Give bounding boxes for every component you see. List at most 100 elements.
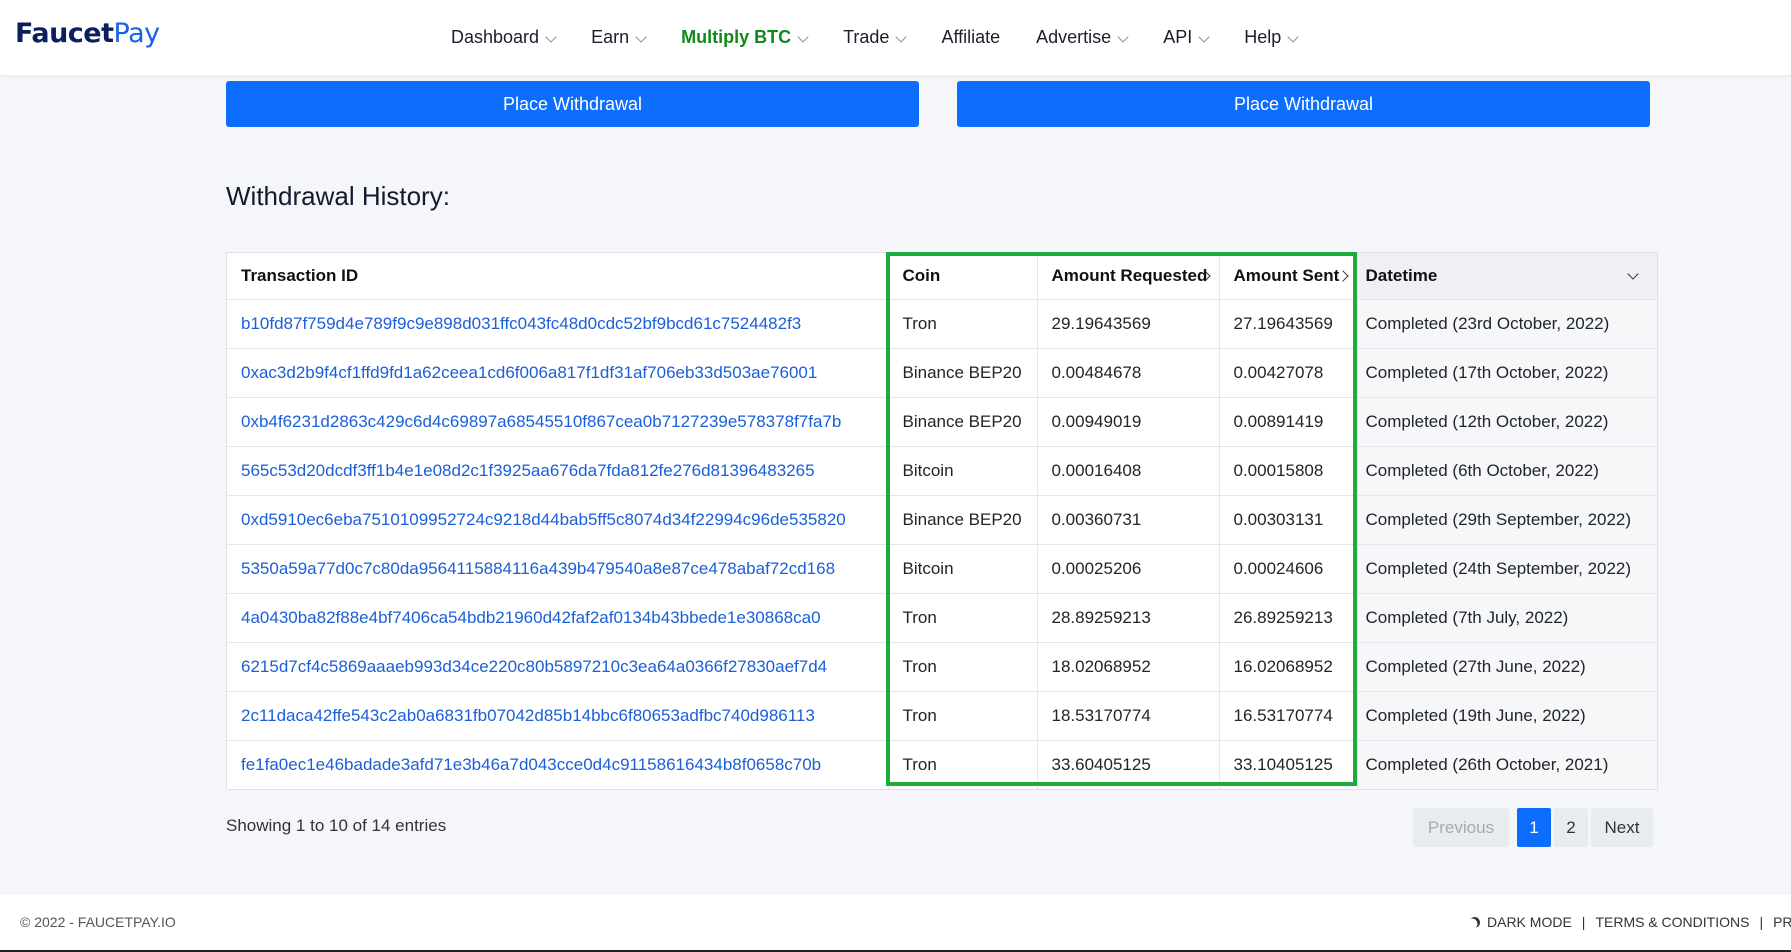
nav-item-multiply-btc[interactable]: Multiply BTC bbox=[681, 27, 809, 48]
amount-sent-cell: 0.00015808 bbox=[1218, 446, 1357, 496]
logo-text-faucet: Faucet bbox=[15, 18, 114, 49]
amount-requested-cell: 29.19643569 bbox=[1036, 299, 1219, 349]
column-header-datetime-label: Datetime bbox=[1365, 266, 1438, 285]
table-row: 0xd5910ec6eba7510109952724c9218d44bab5ff… bbox=[227, 495, 1657, 545]
footer-separator: | bbox=[1581, 914, 1586, 930]
amount-requested-cell: 0.00016408 bbox=[1036, 446, 1219, 496]
datetime-cell: Completed (7th July, 2022) bbox=[1356, 593, 1657, 643]
transaction-id-link[interactable]: 565c53d20dcdf3ff1b4e1e08d2c1f3925aa676da… bbox=[241, 461, 815, 480]
nav-item-help[interactable]: Help bbox=[1244, 27, 1299, 48]
chevron-down-icon bbox=[545, 30, 557, 43]
amount-requested-cell: 0.00360731 bbox=[1036, 495, 1219, 545]
transaction-id-cell: 4a0430ba82f88e4bf7406ca54bdb21960d42faf2… bbox=[227, 593, 888, 643]
place-withdrawal-button-right[interactable]: Place Withdrawal bbox=[957, 81, 1650, 127]
withdrawal-history-table: Transaction ID Coin Amount Requested Amo… bbox=[226, 252, 1658, 790]
transaction-id-cell: 0xd5910ec6eba7510109952724c9218d44bab5ff… bbox=[227, 495, 888, 545]
transaction-id-link[interactable]: 0xac3d2b9f4cf1ffd9fd1a62ceea1cd6f006a817… bbox=[241, 363, 817, 382]
pagination-previous-button[interactable]: Previous bbox=[1413, 808, 1509, 847]
column-header-amount-requested[interactable]: Amount Requested bbox=[1036, 253, 1219, 300]
table-row: 565c53d20dcdf3ff1b4e1e08d2c1f3925aa676da… bbox=[227, 446, 1657, 496]
sort-descending-icon bbox=[1627, 268, 1639, 280]
nav-item-label: Dashboard bbox=[451, 27, 540, 47]
amount-requested-cell: 18.53170774 bbox=[1036, 691, 1219, 741]
amount-sent-cell: 27.19643569 bbox=[1218, 299, 1357, 349]
datetime-cell: Completed (29th September, 2022) bbox=[1356, 495, 1657, 545]
nav-item-affiliate[interactable]: Affiliate bbox=[941, 27, 1000, 48]
transaction-id-cell: b10fd87f759d4e789f9c9e898d031ffc043fc48d… bbox=[227, 299, 888, 349]
chevron-down-icon bbox=[797, 30, 809, 43]
datetime-cell: Completed (26th October, 2021) bbox=[1356, 740, 1657, 789]
pagination-page-2[interactable]: 2 bbox=[1554, 808, 1588, 847]
nav-item-label: API bbox=[1163, 27, 1193, 47]
amount-sent-cell: 0.00024606 bbox=[1218, 544, 1357, 594]
table-row: 4a0430ba82f88e4bf7406ca54bdb21960d42faf2… bbox=[227, 593, 1657, 643]
coin-cell: Tron bbox=[887, 642, 1037, 692]
privacy-link[interactable]: PRIVAC bbox=[1773, 914, 1791, 930]
column-header-coin[interactable]: Coin bbox=[887, 253, 1037, 300]
datetime-cell: Completed (12th October, 2022) bbox=[1356, 397, 1657, 447]
nav-item-earn[interactable]: Earn bbox=[591, 27, 647, 48]
nav-item-dashboard[interactable]: Dashboard bbox=[451, 27, 557, 48]
column-header-transaction-id[interactable]: Transaction ID bbox=[227, 253, 888, 300]
pagination: Previous 1 2 Next bbox=[1413, 808, 1653, 847]
place-withdrawal-button-left[interactable]: Place Withdrawal bbox=[226, 81, 919, 127]
pagination-page-1[interactable]: 1 bbox=[1517, 808, 1551, 847]
nav-item-advertise[interactable]: Advertise bbox=[1036, 27, 1129, 48]
chevron-down-icon bbox=[635, 30, 647, 43]
coin-cell: Bitcoin bbox=[887, 544, 1037, 594]
nav-item-label: Affiliate bbox=[941, 27, 1001, 47]
amount-sent-cell: 16.53170774 bbox=[1218, 691, 1357, 741]
transaction-id-link[interactable]: 5350a59a77d0c7c80da9564115884116a439b479… bbox=[241, 559, 835, 578]
chevron-down-icon bbox=[1198, 30, 1210, 43]
table-row: 0xb4f6231d2863c429c6d4c69897a68545510f86… bbox=[227, 397, 1657, 447]
logo-text-pay: Pay bbox=[113, 18, 161, 49]
nav-item-label: Multiply BTC bbox=[681, 27, 792, 47]
footer: © 2022 - FAUCETPAY.IO DARK MODE | TERMS … bbox=[0, 893, 1791, 952]
amount-requested-cell: 18.02068952 bbox=[1036, 642, 1219, 692]
footer-separator: | bbox=[1759, 914, 1764, 930]
transaction-id-link[interactable]: 0xd5910ec6eba7510109952724c9218d44bab5ff… bbox=[241, 510, 846, 529]
faucetpay-logo[interactable]: FaucetPay bbox=[15, 18, 160, 49]
column-header-amount-sent[interactable]: Amount Sent bbox=[1218, 253, 1357, 300]
table-row: fe1fa0ec1e46badade3afd71e3b46a7d043cce0d… bbox=[227, 740, 1657, 790]
pagination-next-button[interactable]: Next bbox=[1591, 808, 1653, 847]
column-header-datetime[interactable]: Datetime bbox=[1356, 253, 1657, 300]
transaction-id-link[interactable]: b10fd87f759d4e789f9c9e898d031ffc043fc48d… bbox=[241, 314, 801, 333]
chevron-down-icon bbox=[1287, 30, 1299, 43]
terms-link[interactable]: TERMS & CONDITIONS bbox=[1595, 914, 1749, 930]
copyright-text: © 2022 - FAUCETPAY.IO bbox=[20, 914, 176, 930]
nav-item-trade[interactable]: Trade bbox=[843, 27, 908, 48]
datetime-cell: Completed (6th October, 2022) bbox=[1356, 446, 1657, 496]
table-body: b10fd87f759d4e789f9c9e898d031ffc043fc48d… bbox=[227, 299, 1657, 790]
column-header-amount-sent-label: Amount Sent bbox=[1233, 266, 1340, 285]
transaction-id-link[interactable]: 2c11daca42ffe543c2ab0a6831fb07042d85b14b… bbox=[241, 706, 815, 725]
transaction-id-link[interactable]: 0xb4f6231d2863c429c6d4c69897a68545510f86… bbox=[241, 412, 841, 431]
transaction-id-link[interactable]: fe1fa0ec1e46badade3afd71e3b46a7d043cce0d… bbox=[241, 755, 821, 774]
amount-sent-cell: 26.89259213 bbox=[1218, 593, 1357, 643]
coin-cell: Binance BEP20 bbox=[887, 495, 1037, 545]
transaction-id-link[interactable]: 6215d7cf4c5869aaaeb993d34ce220c80b589721… bbox=[241, 657, 827, 676]
amount-requested-cell: 33.60405125 bbox=[1036, 740, 1219, 789]
coin-cell: Tron bbox=[887, 593, 1037, 643]
main-nav: Dashboard Earn Multiply BTC Trade Affiliate A… bbox=[451, 0, 1333, 75]
amount-sent-cell: 0.00427078 bbox=[1218, 348, 1357, 398]
amount-requested-cell: 0.00484678 bbox=[1036, 348, 1219, 398]
transaction-id-cell: fe1fa0ec1e46badade3afd71e3b46a7d043cce0d… bbox=[227, 741, 888, 790]
withdrawal-history-title: Withdrawal History: bbox=[226, 181, 450, 211]
coin-cell: Tron bbox=[887, 299, 1037, 349]
datetime-cell: Completed (17th October, 2022) bbox=[1356, 348, 1657, 398]
nav-item-label: Earn bbox=[591, 27, 630, 47]
amount-requested-cell: 28.89259213 bbox=[1036, 593, 1219, 643]
nav-item-api[interactable]: API bbox=[1163, 27, 1210, 48]
coin-cell: Binance BEP20 bbox=[887, 397, 1037, 447]
dark-mode-toggle[interactable]: DARK MODE bbox=[1469, 914, 1572, 930]
amount-sent-cell: 0.00891419 bbox=[1218, 397, 1357, 447]
moon-icon bbox=[1467, 915, 1482, 930]
dark-mode-label: DARK MODE bbox=[1487, 914, 1572, 930]
transaction-id-link[interactable]: 4a0430ba82f88e4bf7406ca54bdb21960d42faf2… bbox=[241, 608, 821, 627]
transaction-id-cell: 2c11daca42ffe543c2ab0a6831fb07042d85b14b… bbox=[227, 691, 888, 741]
table-row: 6215d7cf4c5869aaaeb993d34ce220c80b589721… bbox=[227, 642, 1657, 692]
transaction-id-cell: 5350a59a77d0c7c80da9564115884116a439b479… bbox=[227, 544, 888, 594]
transaction-id-cell: 0xac3d2b9f4cf1ffd9fd1a62ceea1cd6f006a817… bbox=[227, 348, 888, 398]
amount-sent-cell: 16.02068952 bbox=[1218, 642, 1357, 692]
